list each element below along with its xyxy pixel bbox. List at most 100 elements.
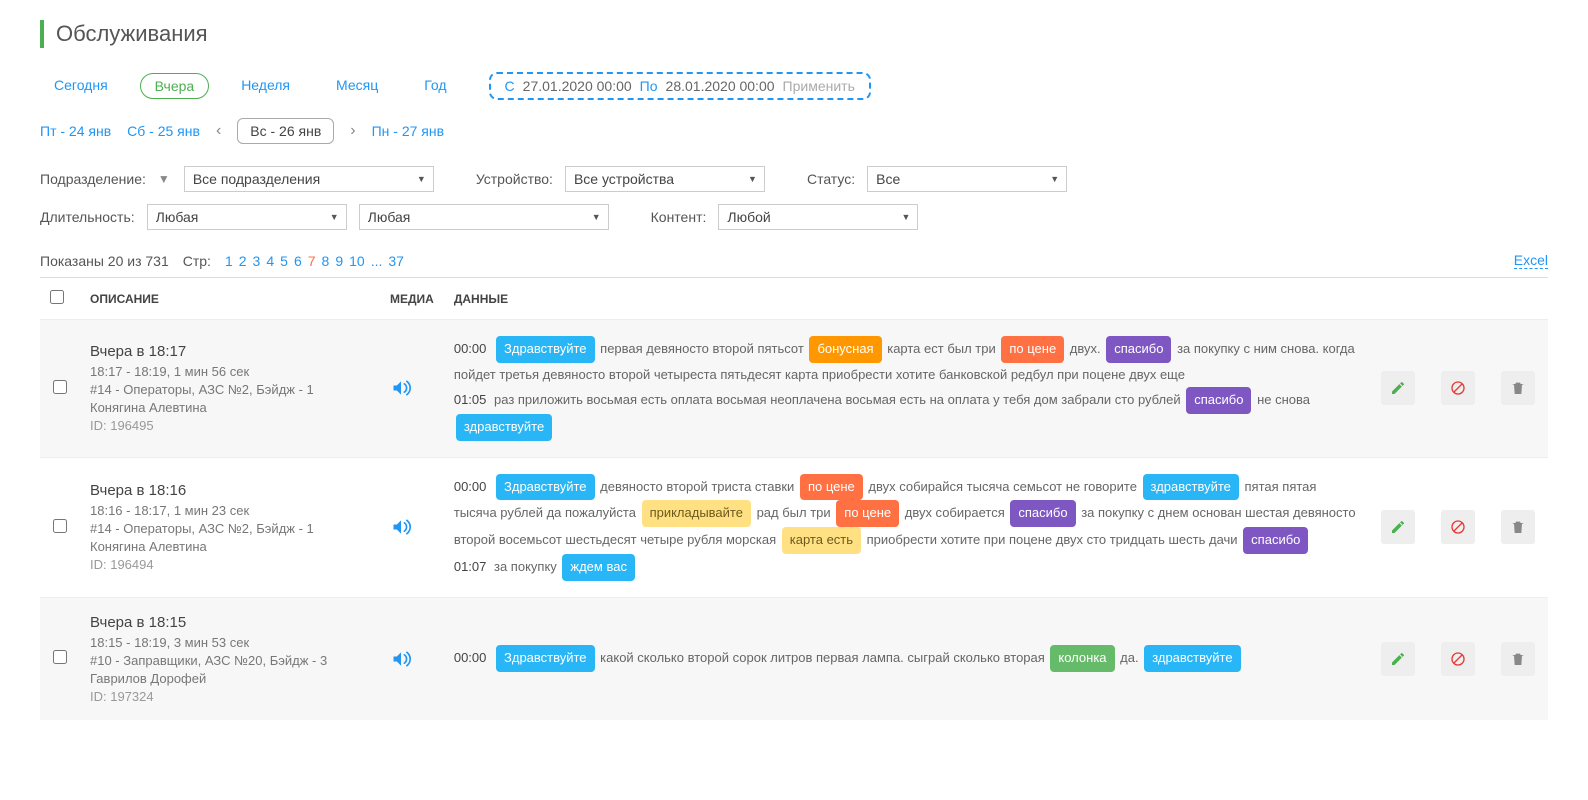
delete-button[interactable] xyxy=(1501,371,1535,405)
edit-button[interactable] xyxy=(1381,510,1415,544)
page-link[interactable]: 8 xyxy=(322,253,330,269)
chevron-right-icon[interactable]: › xyxy=(350,122,355,140)
keyword-tag[interactable]: Здравствуйте xyxy=(496,474,595,501)
timestamp: 01:07 xyxy=(454,559,490,574)
daterange-from-value[interactable]: 27.01.2020 00:00 xyxy=(523,78,632,94)
page-link[interactable]: 6 xyxy=(294,253,302,269)
keyword-tag[interactable]: прикладывайте xyxy=(642,500,751,527)
row-checkbox[interactable] xyxy=(53,650,67,664)
keyword-tag[interactable]: ждем вас xyxy=(562,554,635,581)
page-link: ... xyxy=(371,253,383,269)
duration-to-select[interactable]: Любая xyxy=(359,204,609,230)
pagination: 123456789 10... 37 xyxy=(225,253,404,269)
period-tab-2[interactable]: Неделя xyxy=(227,73,304,99)
daterange-to-value[interactable]: 28.01.2020 00:00 xyxy=(666,78,775,94)
keyword-tag[interactable]: Здравствуйте xyxy=(496,336,595,363)
table-row: Вчера в 18:17 18:17 - 18:19, 1 мин 56 сек… xyxy=(40,320,1548,458)
day-next1[interactable]: Пн - 27 янв xyxy=(372,123,444,139)
content-label: Контент: xyxy=(651,209,707,225)
row-time: 18:17 - 18:19, 1 мин 56 сек xyxy=(90,364,370,379)
audio-icon[interactable] xyxy=(390,649,434,669)
status-label: Статус: xyxy=(807,171,855,187)
audio-icon[interactable] xyxy=(390,517,434,537)
col-header-description: ОПИСАНИЕ xyxy=(80,278,380,320)
block-button[interactable] xyxy=(1441,510,1475,544)
daterange-to-label: По xyxy=(640,78,658,94)
delete-button[interactable] xyxy=(1501,642,1535,676)
keyword-tag[interactable]: спасибо xyxy=(1010,500,1075,527)
period-tab-4[interactable]: Год xyxy=(410,73,460,99)
timestamp: 00:00 xyxy=(454,479,490,494)
page-link[interactable]: 1 xyxy=(225,253,233,269)
day-prev1[interactable]: Сб - 25 янв xyxy=(127,123,200,139)
keyword-tag[interactable]: здравствуйте xyxy=(456,414,552,441)
keyword-tag[interactable]: бонусная xyxy=(809,336,881,363)
page-link[interactable]: 5 xyxy=(280,253,288,269)
keyword-tag[interactable]: Здравствуйте xyxy=(496,645,595,672)
timestamp: 00:00 xyxy=(454,341,490,356)
col-header-checkbox xyxy=(40,278,80,320)
row-person: Конягина Алевтина xyxy=(90,400,370,415)
day-current[interactable]: Вс - 26 янв xyxy=(237,118,334,144)
keyword-tag[interactable]: по цене xyxy=(1001,336,1064,363)
page-link[interactable]: 3 xyxy=(253,253,261,269)
table-row: Вчера в 18:1618:16 - 18:17, 1 мин 23 сек… xyxy=(40,457,1548,597)
daterange-box: С 27.01.2020 00:00 По 28.01.2020 00:00 П… xyxy=(489,72,871,100)
col-header-data: ДАННЫЕ xyxy=(444,278,1368,320)
division-select[interactable]: Все подразделения xyxy=(184,166,434,192)
block-button[interactable] xyxy=(1441,371,1475,405)
keyword-tag[interactable]: по цене xyxy=(800,474,863,501)
keyword-tag[interactable]: по цене xyxy=(836,500,899,527)
device-label: Устройство: xyxy=(476,171,553,187)
page-link[interactable]: 10 xyxy=(349,253,365,269)
period-tabs: Сегодня Вчера Неделя Месяц Год xyxy=(40,73,461,99)
edit-button[interactable] xyxy=(1381,371,1415,405)
timestamp: 00:00 xyxy=(454,650,490,665)
export-excel-link[interactable]: Excel xyxy=(1514,252,1548,269)
page-link[interactable]: 9 xyxy=(335,253,343,269)
select-all-checkbox[interactable] xyxy=(50,290,64,304)
audio-icon[interactable] xyxy=(390,378,434,398)
chevron-left-icon[interactable]: ‹ xyxy=(216,122,221,140)
results-table: ОПИСАНИЕ МЕДИА ДАННЫЕ Вчера в 18:17 18:17… xyxy=(40,277,1548,720)
delete-button[interactable] xyxy=(1501,510,1535,544)
keyword-tag[interactable]: спасибо xyxy=(1106,336,1171,363)
shown-count: Показаны 20 из 731 xyxy=(40,253,169,269)
row-location: #14 - Операторы, АЗС №2, Бэйдж - 1 xyxy=(90,521,370,536)
col-header-media: МЕДИА xyxy=(380,278,444,320)
row-location: #10 - Заправщики, АЗС №20, Бэйдж - 3 xyxy=(90,653,370,668)
page-link[interactable]: 2 xyxy=(239,253,247,269)
row-location: #14 - Операторы, АЗС №2, Бэйдж - 1 xyxy=(90,382,370,397)
row-title: Вчера в 18:17 xyxy=(90,343,370,360)
device-select[interactable]: Все устройства xyxy=(565,166,765,192)
duration-from-select[interactable]: Любая xyxy=(147,204,347,230)
row-checkbox[interactable] xyxy=(53,519,67,533)
keyword-tag[interactable]: здравствуйте xyxy=(1144,645,1240,672)
table-row: Вчера в 18:1518:15 - 18:19, 3 мин 53 сек… xyxy=(40,597,1548,720)
row-person: Конягина Алевтина xyxy=(90,539,370,554)
page-link[interactable]: 4 xyxy=(266,253,274,269)
daterange-from-label: С xyxy=(505,78,515,94)
period-tab-3[interactable]: Месяц xyxy=(322,73,392,99)
status-select[interactable]: Все xyxy=(867,166,1067,192)
funnel-icon[interactable]: ▼ xyxy=(158,172,170,186)
day-prev2[interactable]: Пт - 24 янв xyxy=(40,123,111,139)
block-button[interactable] xyxy=(1441,642,1475,676)
page-link[interactable]: 7 xyxy=(308,253,316,269)
content-select[interactable]: Любой xyxy=(718,204,918,230)
keyword-tag[interactable]: здравствуйте xyxy=(1143,474,1239,501)
keyword-tag[interactable]: спасибо xyxy=(1243,527,1308,554)
row-time: 18:16 - 18:17, 1 мин 23 сек xyxy=(90,503,370,518)
keyword-tag[interactable]: карта есть xyxy=(782,527,861,554)
row-checkbox[interactable] xyxy=(53,380,67,394)
row-transcript: 00:00 Здравствуйте девяносто второй трис… xyxy=(444,457,1368,597)
apply-button[interactable]: Применить xyxy=(783,78,855,94)
period-tab-0[interactable]: Сегодня xyxy=(40,73,122,99)
row-time: 18:15 - 18:19, 3 мин 53 сек xyxy=(90,635,370,650)
edit-button[interactable] xyxy=(1381,642,1415,676)
row-id: ID: 197324 xyxy=(90,689,370,704)
keyword-tag[interactable]: спасибо xyxy=(1186,387,1251,414)
keyword-tag[interactable]: колонка xyxy=(1050,645,1114,672)
period-tab-1[interactable]: Вчера xyxy=(140,73,210,99)
page-link[interactable]: 37 xyxy=(388,253,404,269)
